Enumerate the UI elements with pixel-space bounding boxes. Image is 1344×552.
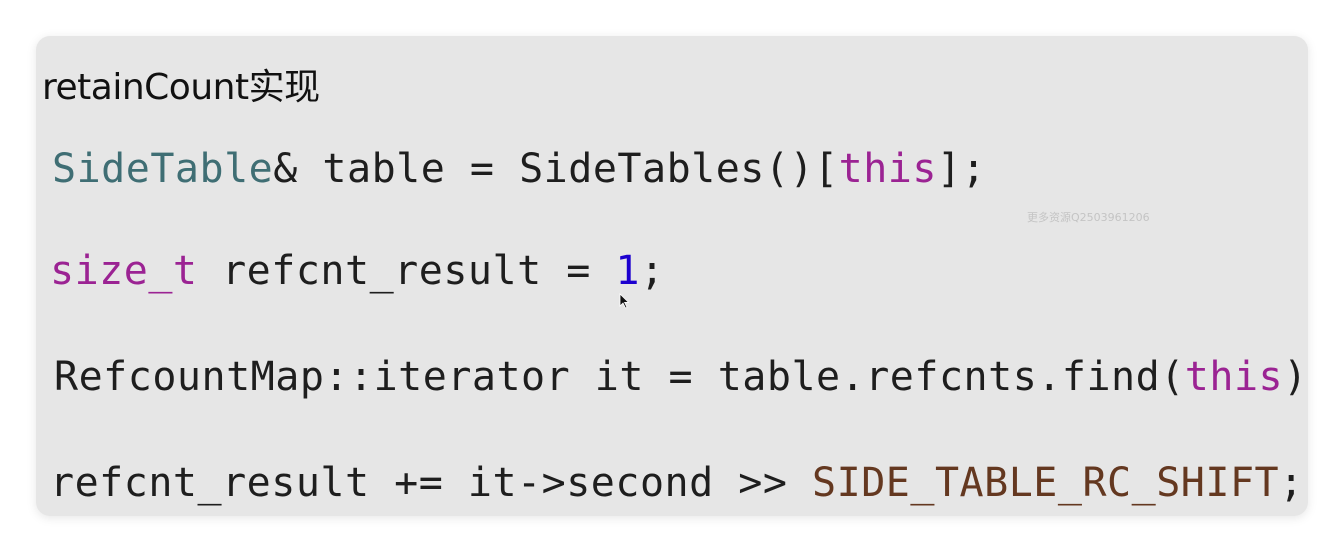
slide: retainCount实现 SideTable& table = SideTab… — [36, 36, 1308, 516]
watermark: 更多资源Q2503961206 — [1027, 211, 1150, 224]
code-text: & table = SideTables()[ — [273, 146, 839, 192]
mouse-pointer-icon — [619, 293, 629, 309]
code-line-sidetable: SideTable& table = SideTables()[this]; — [52, 146, 986, 192]
code-text: ; — [640, 248, 665, 294]
code-text: refcnt_result += it->second >> — [50, 460, 813, 506]
code-text: refcnt_result = — [197, 248, 616, 294]
keyword-token: this — [1184, 354, 1284, 400]
code-line-iterator: RefcountMap::iterator it = table.refcnts… — [54, 354, 1308, 400]
code-text: ; — [1279, 460, 1304, 506]
code-text: RefcountMap::iterator it = table.refcnts… — [54, 354, 1185, 400]
keyword-token: this — [838, 146, 937, 192]
code-text: ); — [1283, 354, 1308, 400]
number-token: 1 — [615, 248, 640, 294]
code-line-shift: refcnt_result += it->second >> SIDE_TABL… — [50, 460, 1304, 506]
code-line-size-t: size_t refcnt_result = 1; — [50, 248, 665, 294]
constant-token: SIDE_TABLE_RC_SHIFT — [812, 460, 1280, 506]
type-token: size_t — [50, 248, 198, 294]
slide-title: retainCount实现 — [42, 67, 320, 108]
type-token: SideTable — [52, 146, 274, 192]
code-text: ]; — [936, 146, 987, 192]
